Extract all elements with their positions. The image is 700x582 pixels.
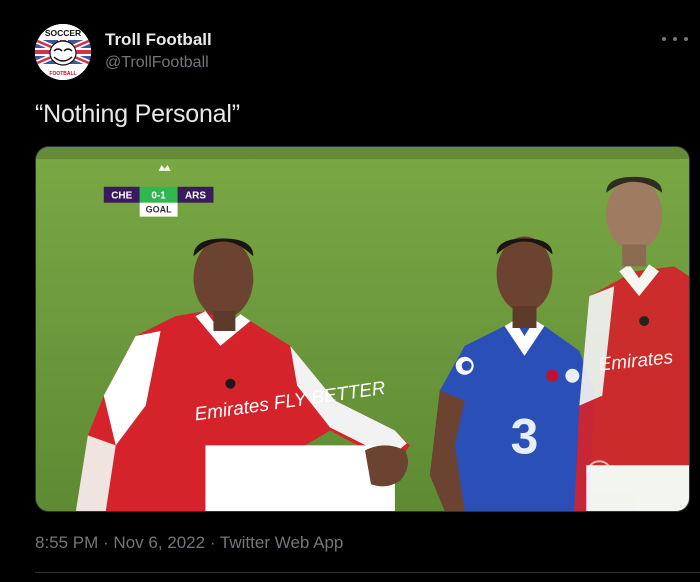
svg-text:CHE: CHE <box>111 191 132 202</box>
dot <box>684 37 688 41</box>
svg-text:FOOTBALL: FOOTBALL <box>49 71 76 77</box>
match-photo: CHE 0-1 ARS GOAL Emirates FLY BETTER 3 E… <box>36 147 689 511</box>
svg-text:GOAL: GOAL <box>146 205 172 215</box>
avatar[interactable]: SOCCER FOOTBALL <box>35 24 91 80</box>
svg-text:SOCCER: SOCCER <box>45 28 81 38</box>
svg-text:ARS: ARS <box>185 191 206 202</box>
tweet-source[interactable]: Twitter Web App <box>220 533 343 552</box>
divider <box>35 572 700 573</box>
dot <box>673 37 677 41</box>
tweet-media-image[interactable]: CHE 0-1 ARS GOAL Emirates FLY BETTER 3 E… <box>35 146 690 512</box>
user-handle[interactable]: @TrollFootball <box>105 54 209 72</box>
more-horizontal-icon[interactable] <box>662 30 688 48</box>
tweet-time[interactable]: 8:55 PM <box>35 533 98 552</box>
dot <box>662 37 666 41</box>
tweet-date[interactable]: Nov 6, 2022 <box>113 533 205 552</box>
meta-separator: · <box>205 533 220 552</box>
tweet-text: “Nothing Personal” <box>35 100 240 128</box>
svg-text:0-1: 0-1 <box>151 191 166 202</box>
meta-separator: · <box>98 533 114 552</box>
tweet: SOCCER FOOTBALL Troll Football @TrollFoo… <box>0 0 700 582</box>
svg-text:3: 3 <box>511 408 539 464</box>
display-name[interactable]: Troll Football <box>105 30 212 50</box>
troll-face-logo: SOCCER FOOTBALL <box>35 24 91 80</box>
tweet-metadata: 8:55 PM · Nov 6, 2022 · Twitter Web App <box>35 533 343 553</box>
